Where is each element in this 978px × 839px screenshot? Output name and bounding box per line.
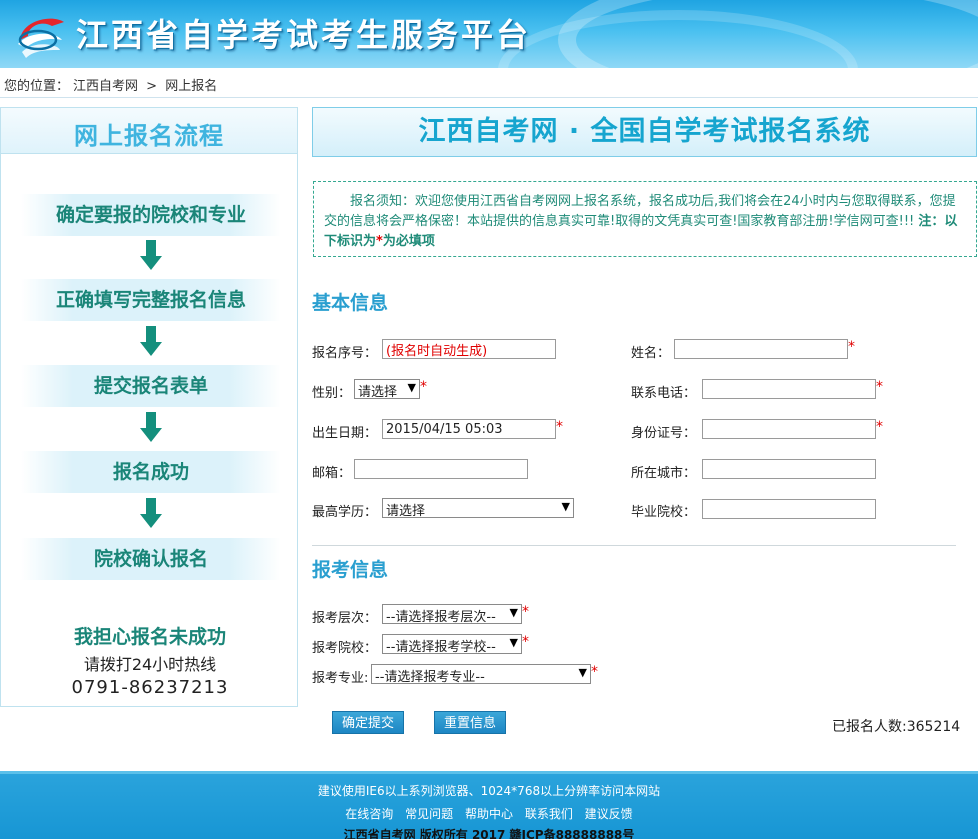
footer-link-feedback[interactable]: 建议反馈 — [585, 807, 633, 821]
flow-step-5: 院校确认报名 — [21, 538, 281, 580]
level-select[interactable]: --请选择报考层次-- ▼ — [382, 604, 522, 625]
arrow-down-icon — [140, 412, 162, 446]
major-select[interactable]: --请选择报考专业-- ▼ — [371, 664, 591, 685]
arrow-down-icon — [140, 326, 162, 360]
basic-info-title: 基本信息 — [312, 292, 389, 314]
major-label: 报考专业: — [312, 671, 369, 686]
education-label: 最高学历： — [312, 505, 378, 520]
name-label: 姓名： — [631, 346, 671, 361]
required-mark: * — [848, 339, 855, 355]
required-mark: * — [876, 419, 883, 435]
notice-required-star: * — [376, 234, 383, 249]
reset-button[interactable]: 重置信息 — [434, 711, 506, 734]
count-label: 已报名人数: — [832, 719, 907, 735]
copyright: 江西省自考网 版权所有 2017 赣ICP备88888888号 — [343, 828, 635, 839]
site-title: 江西省自学考试考生服务平台 — [76, 16, 532, 54]
phone-field[interactable] — [702, 379, 876, 399]
swirl-logo-icon — [18, 18, 64, 58]
arrow-down-icon — [140, 498, 162, 532]
serial-label: 报名序号： — [312, 346, 378, 361]
required-mark: * — [522, 634, 529, 650]
site-footer: 建议使用IE6以上系列浏览器、1024*768以上分辨率访问本网站 在线咨询 常… — [0, 771, 978, 839]
email-field[interactable] — [354, 459, 528, 479]
phone-label: 联系电话： — [631, 386, 697, 401]
footer-link-consult[interactable]: 在线咨询 — [345, 807, 393, 821]
email-label: 邮箱： — [312, 466, 352, 481]
arrow-down-icon — [140, 240, 162, 274]
city-field[interactable] — [702, 459, 876, 479]
major-select-value: --请选择报考专业-- — [375, 670, 485, 685]
required-mark: * — [522, 604, 529, 620]
graduate-school-field[interactable] — [702, 499, 876, 519]
required-mark: * — [876, 379, 883, 395]
submit-button[interactable]: 确定提交 — [332, 711, 404, 734]
flow-step-1: 确定要报的院校和专业 — [21, 194, 281, 236]
footer-links: 在线咨询 常见问题 帮助中心 联系我们 建议反馈 — [0, 805, 978, 822]
level-select-value: --请选择报考层次-- — [386, 610, 496, 625]
serial-field[interactable] — [382, 339, 556, 359]
caret-down-icon: ▼ — [509, 606, 518, 619]
hotline-box: 我担心报名未成功 请拨打24小时热线 0791-86237213 — [1, 622, 299, 698]
college-select-value: --请选择报考学校-- — [386, 640, 496, 655]
notice-required-suffix: 为必填项 — [382, 234, 435, 249]
process-sidebar: 网上报名流程 确定要报的院校和专业 正确填写完整报名信息 提交报名表单 报名成功… — [0, 107, 298, 707]
gender-select-value: 请选择 — [358, 385, 398, 400]
flow-step-3: 提交报名表单 — [21, 365, 281, 407]
required-mark: * — [556, 419, 563, 435]
exam-info-title: 报考信息 — [312, 559, 389, 581]
caret-down-icon: ▼ — [509, 636, 518, 649]
registration-notice: 报名须知：欢迎您使用江西省自考网网上报名系统，报名成功后,我们将会在24小时内与… — [313, 181, 977, 257]
gender-label: 性别： — [312, 386, 352, 401]
required-mark: * — [420, 379, 427, 395]
count-value: 365214 — [906, 719, 961, 735]
required-mark: * — [591, 664, 598, 680]
caret-down-icon: ▼ — [407, 381, 416, 394]
footer-link-help[interactable]: 帮助中心 — [465, 807, 513, 821]
breadcrumb: 您的位置： 江西自考网 > 网上报名 — [0, 68, 978, 98]
flow-step-2: 正确填写完整报名信息 — [21, 279, 281, 321]
city-label: 所在城市： — [631, 466, 697, 481]
name-field[interactable] — [674, 339, 848, 359]
worry-hint: 请拨打24小时热线 — [83, 655, 217, 674]
school-label: 毕业院校： — [631, 505, 697, 520]
registered-count: 已报名人数:365214 — [832, 716, 960, 736]
notice-text: 报名须知：欢迎您使用江西省自考网网上报名系统，报名成功后,我们将会在24小时内与… — [324, 194, 956, 229]
id-label: 身份证号： — [631, 426, 697, 441]
breadcrumb-separator: > — [146, 79, 158, 94]
breadcrumb-home-link[interactable]: 江西自考网 — [73, 79, 138, 94]
breadcrumb-current: 网上报名 — [165, 79, 218, 94]
section-divider — [312, 545, 956, 546]
birth-date-field[interactable] — [382, 419, 556, 439]
education-select[interactable]: 请选择 ▼ — [382, 498, 574, 519]
breadcrumb-prefix: 您的位置： — [4, 79, 70, 94]
site-header: 江西省自学考试考生服务平台 — [0, 0, 978, 68]
footer-link-contact[interactable]: 联系我们 — [525, 807, 573, 821]
caret-down-icon: ▼ — [578, 666, 587, 679]
college-label: 报考院校： — [312, 641, 378, 656]
gender-select[interactable]: 请选择 ▼ — [354, 379, 420, 400]
caret-down-icon: ▼ — [561, 500, 570, 513]
college-select[interactable]: --请选择报考学校-- ▼ — [382, 634, 522, 655]
sidebar-heading: 网上报名流程 — [1, 108, 297, 154]
id-number-field[interactable] — [702, 419, 876, 439]
browser-notice: 建议使用IE6以上系列浏览器、1024*768以上分辨率访问本网站 — [317, 784, 661, 798]
level-label: 报考层次： — [312, 611, 378, 626]
education-select-value: 请选择 — [386, 504, 426, 519]
birth-label: 出生日期： — [312, 426, 378, 441]
hotline-number: 0791-86237213 — [71, 677, 229, 698]
worry-title: 我担心报名未成功 — [73, 626, 226, 648]
footer-link-faq[interactable]: 常见问题 — [405, 807, 453, 821]
flow-step-4: 报名成功 — [21, 451, 281, 493]
system-banner: 江西自考网 · 全国自学考试报名系统 — [312, 107, 977, 157]
